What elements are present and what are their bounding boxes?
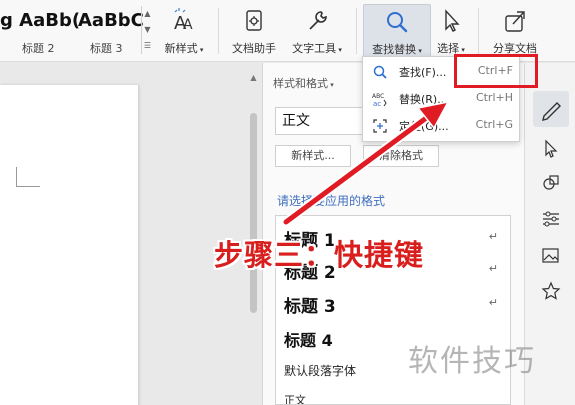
watermark: 软件技巧: [408, 344, 536, 379]
step-annotation: 步骤三：快捷键: [214, 238, 425, 272]
wps-writer-window: { "ribbon": { "styles": [ {"sample": "g …: [0, 0, 575, 405]
